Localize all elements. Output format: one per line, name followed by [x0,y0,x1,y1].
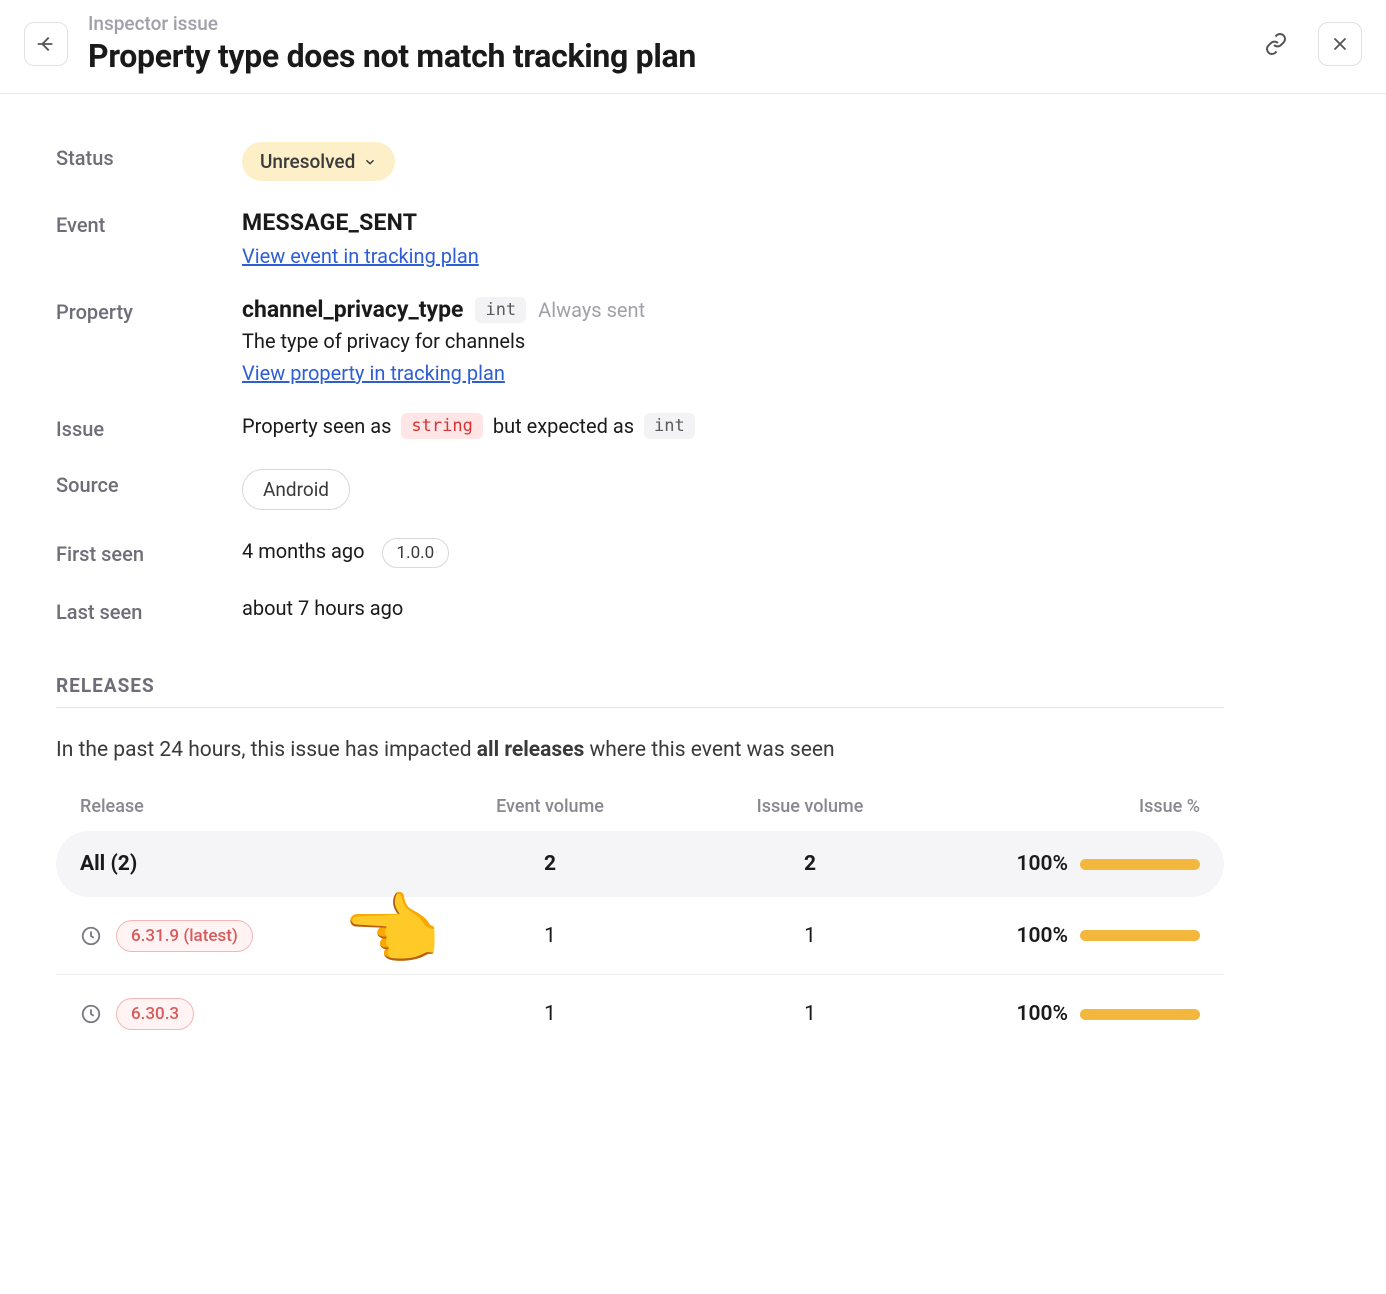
copy-link-button[interactable] [1254,22,1298,66]
row-issue-volume: 1 [680,1002,940,1026]
all-event-volume: 2 [420,852,680,876]
last-seen-label: Last seen [56,596,242,624]
source-label: Source [56,469,242,497]
releases-table: Release Event volume Issue volume Issue … [56,796,1224,1053]
all-label: All (2) [80,852,420,876]
release-version-badge: 6.31.9 (latest) [116,920,253,952]
issue-expected-type: int [644,413,695,439]
col-event-volume: Event volume [420,796,680,817]
row-issue-pct: 100% [1017,924,1069,948]
status-value: Unresolved [260,150,355,173]
clock-icon [80,925,102,947]
last-seen-value: about 7 hours ago [242,596,403,620]
releases-all-row[interactable]: All (2) 2 2 100% [56,831,1224,897]
col-release: Release [80,796,420,817]
releases-heading: RELEASES [56,674,1224,697]
status-label: Status [56,142,242,170]
row-issue-bar [1080,1009,1200,1020]
view-property-link[interactable]: View property in tracking plan [242,361,505,385]
issue-text-mid: but expected as [493,414,634,438]
issue-sentence: Property seen as string but expected as … [242,413,1224,439]
all-issue-pct: 100% [1017,852,1069,876]
table-row[interactable]: 6.31.9 (latest) 1 1 100% 👉 [56,897,1224,975]
col-issue-volume: Issue volume [680,796,940,817]
all-issue-volume: 2 [680,852,940,876]
property-presence: Always sent [538,298,645,322]
issue-label: Issue [56,413,242,441]
link-icon [1264,32,1288,56]
close-icon [1329,33,1351,55]
row-issue-volume: 1 [680,924,940,948]
source-chip[interactable]: Android [242,469,350,510]
breadcrumb: Inspector issue [88,12,1234,35]
event-label: Event [56,209,242,237]
row-event-volume: 1 [420,1002,680,1026]
page-title: Property type does not match tracking pl… [88,37,1234,75]
property-label: Property [56,296,242,324]
first-seen-label: First seen [56,538,242,566]
property-type-badge: int [475,297,526,323]
col-issue-pct: Issue % [940,796,1200,817]
chevron-down-icon [363,155,377,169]
arrow-left-icon [35,33,57,55]
all-issue-bar [1080,859,1200,870]
first-seen-value: 4 months ago [242,539,365,563]
releases-summary: In the past 24 hours, this issue has imp… [56,738,1224,762]
row-event-volume: 1 [420,924,680,948]
row-issue-bar [1080,930,1200,941]
property-description: The type of privacy for channels [242,329,1224,353]
issue-text-prefix: Property seen as [242,414,391,438]
release-version-badge: 6.30.3 [116,998,194,1030]
status-dropdown[interactable]: Unresolved [242,142,395,181]
row-issue-pct: 100% [1017,1002,1069,1026]
title-block: Inspector issue Property type does not m… [88,12,1234,75]
table-row[interactable]: 6.30.3 1 1 100% [56,975,1224,1053]
close-button[interactable] [1318,22,1362,66]
issue-actual-type: string [401,413,482,439]
back-button[interactable] [24,22,68,66]
clock-icon [80,1003,102,1025]
first-seen-version: 1.0.0 [382,538,450,568]
event-name: MESSAGE_SENT [242,209,1224,236]
property-name: channel_privacy_type [242,296,463,323]
view-event-link[interactable]: View event in tracking plan [242,244,479,268]
